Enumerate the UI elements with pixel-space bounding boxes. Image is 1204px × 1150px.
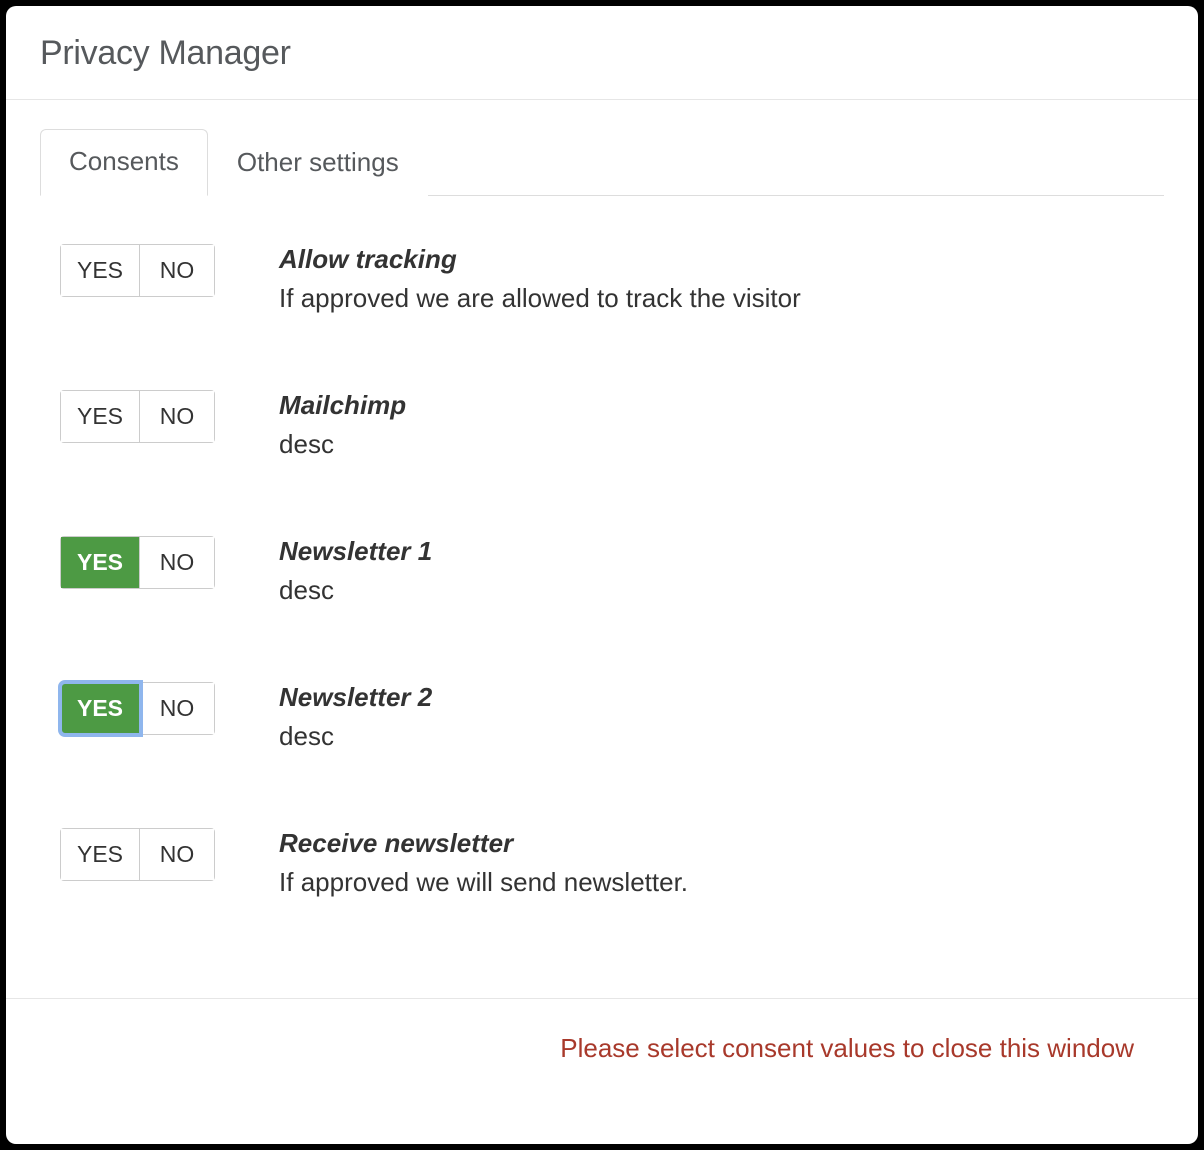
footer-message: Please select consent values to close th… <box>560 1033 1134 1063</box>
toggle-yes-button[interactable]: YES <box>61 683 140 734</box>
modal-title: Privacy Manager <box>40 34 1164 73</box>
toggle-yes-button[interactable]: YES <box>61 537 140 588</box>
consent-text: Receive newsletter If approved we will s… <box>279 828 688 898</box>
modal-footer: Please select consent values to close th… <box>6 998 1198 1144</box>
consent-text: Newsletter 2 desc <box>279 682 432 752</box>
tab-consents[interactable]: Consents <box>40 129 208 196</box>
toggle-yes-button[interactable]: YES <box>61 245 140 296</box>
consent-title: Newsletter 2 <box>279 682 432 713</box>
consent-desc: If approved we will send newsletter. <box>279 867 688 898</box>
consent-title: Newsletter 1 <box>279 536 432 567</box>
consent-title: Receive newsletter <box>279 828 688 859</box>
consent-desc: desc <box>279 429 406 460</box>
toggle-yes-button[interactable]: YES <box>61 829 140 880</box>
toggle-mailchimp: YES NO <box>60 390 215 443</box>
tab-bar: Consents Other settings <box>40 128 1164 196</box>
toggle-newsletter-1: YES NO <box>60 536 215 589</box>
consent-row-allow-tracking: YES NO Allow tracking If approved we are… <box>60 244 1164 314</box>
toggle-receive-newsletter: YES NO <box>60 828 215 881</box>
consent-title: Mailchimp <box>279 390 406 421</box>
consent-desc: If approved we are allowed to track the … <box>279 283 801 314</box>
modal-body: Consents Other settings YES NO Allow tra… <box>6 100 1198 998</box>
toggle-no-button[interactable]: NO <box>140 829 214 880</box>
consent-desc: desc <box>279 575 432 606</box>
toggle-allow-tracking: YES NO <box>60 244 215 297</box>
consent-row-newsletter-1: YES NO Newsletter 1 desc <box>60 536 1164 606</box>
tab-other-settings[interactable]: Other settings <box>208 130 428 196</box>
consent-text: Allow tracking If approved we are allowe… <box>279 244 801 314</box>
consent-row-newsletter-2: YES NO Newsletter 2 desc <box>60 682 1164 752</box>
toggle-no-button[interactable]: NO <box>140 245 214 296</box>
consent-text: Newsletter 1 desc <box>279 536 432 606</box>
toggle-yes-button[interactable]: YES <box>61 391 140 442</box>
toggle-newsletter-2: YES NO <box>60 682 215 735</box>
toggle-no-button[interactable]: NO <box>140 391 214 442</box>
consent-row-mailchimp: YES NO Mailchimp desc <box>60 390 1164 460</box>
toggle-no-button[interactable]: NO <box>140 537 214 588</box>
consent-row-receive-newsletter: YES NO Receive newsletter If approved we… <box>60 828 1164 898</box>
modal-header: Privacy Manager <box>6 6 1198 99</box>
consent-text: Mailchimp desc <box>279 390 406 460</box>
consents-list: YES NO Allow tracking If approved we are… <box>40 244 1164 898</box>
privacy-manager-modal: Privacy Manager Consents Other settings … <box>6 6 1198 1144</box>
toggle-no-button[interactable]: NO <box>140 683 214 734</box>
consent-title: Allow tracking <box>279 244 801 275</box>
consent-desc: desc <box>279 721 432 752</box>
